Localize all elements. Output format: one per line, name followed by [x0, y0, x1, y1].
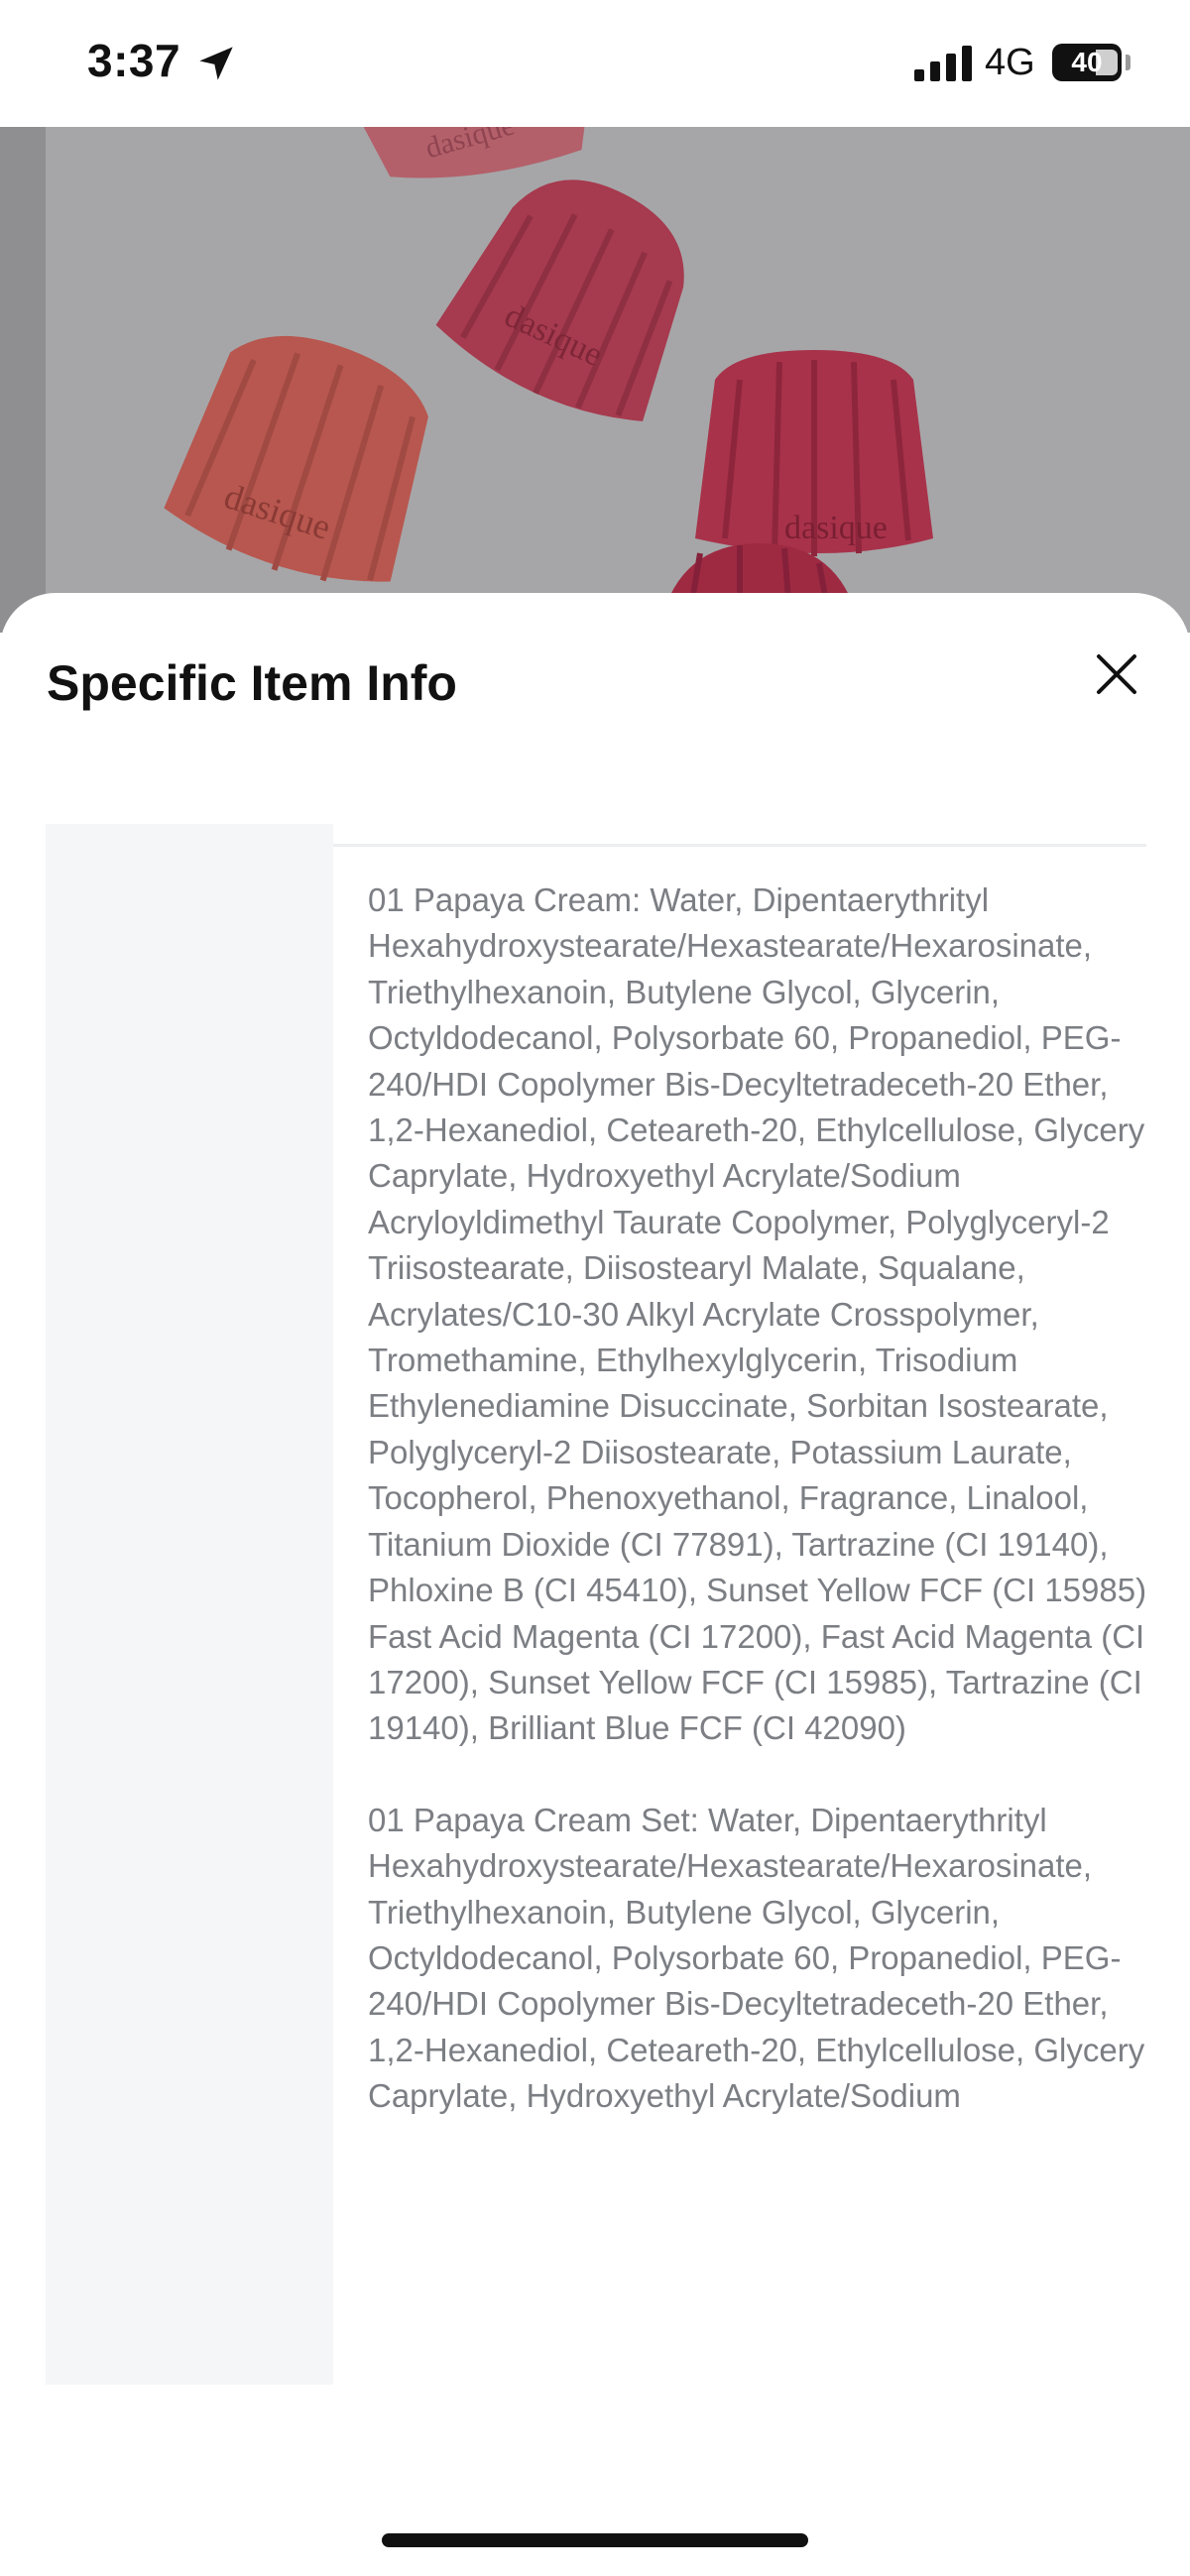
- battery-cap: [1126, 55, 1130, 70]
- ingredients-value: 01 Papaya Cream: Water, Dipentaerythrity…: [368, 878, 1146, 2166]
- info-label-column: [46, 824, 333, 2385]
- network-type: 4G: [985, 42, 1035, 83]
- ingredients-papaya-cream: 01 Papaya Cream: Water, Dipentaerythrity…: [368, 881, 1146, 1747]
- jelly-illustration: dasique dasique dasique dasique: [164, 127, 933, 623]
- svg-text:dasique: dasique: [784, 510, 888, 546]
- row-divider: [333, 844, 1146, 847]
- product-image-dimmed[interactable]: dasique dasique dasique dasique: [0, 127, 1190, 633]
- battery-level: 40: [1071, 47, 1103, 77]
- close-icon[interactable]: [1087, 644, 1146, 704]
- battery-icon: 40: [1052, 44, 1122, 81]
- signal-icon: [914, 46, 972, 81]
- home-indicator[interactable]: [382, 2533, 808, 2547]
- location-arrow-icon: [199, 47, 233, 80]
- item-info-sheet: Specific Item Info 01 Papaya Cream: Wate…: [0, 593, 1190, 2576]
- ingredients-papaya-cream-set: 01 Papaya Cream Set: Water, Dipentaeryth…: [368, 1801, 1146, 2115]
- status-time: 3:37: [87, 35, 181, 86]
- status-bar: 3:37 4G 40: [0, 0, 1190, 127]
- sheet-title: Specific Item Info: [47, 655, 457, 711]
- product-image: dasique dasique dasique dasique: [46, 127, 1190, 633]
- item-info-table[interactable]: 01 Papaya Cream: Water, Dipentaerythrity…: [46, 824, 1146, 2385]
